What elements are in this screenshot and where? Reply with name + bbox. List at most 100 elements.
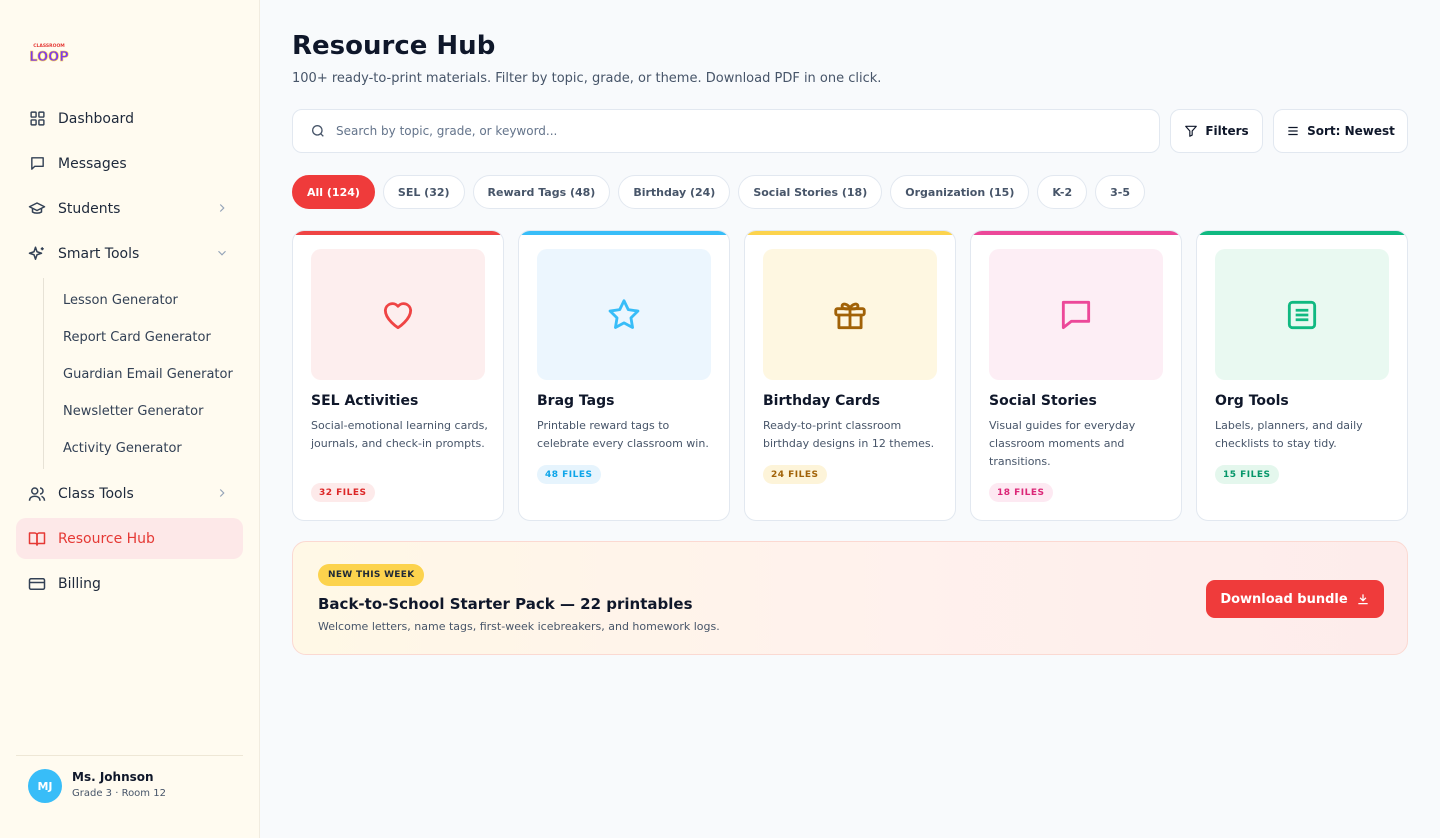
card-description: Ready-to-print classroom birthday design…	[763, 419, 935, 450]
resource-card-sel-activities[interactable]: SEL Activities Social-emotional learning…	[292, 230, 504, 521]
sort-button[interactable]: Sort: Newest	[1273, 109, 1408, 153]
sidebar-item-label: Dashboard	[58, 110, 134, 127]
card-accent-bar	[293, 231, 503, 235]
sidebar-item-students[interactable]: Students	[16, 188, 243, 229]
search-icon	[312, 125, 324, 137]
card-description: Visual guides for everyday classroom mom…	[989, 419, 1136, 468]
card-title: Birthday Cards	[763, 393, 881, 409]
smart-tools-submenu: Lesson Generator Report Card Generator G…	[43, 278, 243, 469]
card-accent-bar	[1197, 231, 1407, 235]
card-thumbnail	[311, 249, 485, 380]
chip-reward-tags[interactable]: Reward Tags (48)	[472, 175, 611, 209]
users-icon	[28, 485, 46, 503]
sparkles-icon	[28, 245, 46, 263]
sort-label: Sort: Newest	[1307, 124, 1395, 138]
sidebar-item-label: Resource Hub	[58, 530, 155, 547]
file-count-badge: 18 FILES	[989, 483, 1053, 502]
chip-organization[interactable]: Organization (15)	[890, 175, 1030, 209]
avatar[interactable]: MJ	[28, 769, 62, 803]
submenu-item-activity-generator[interactable]: Activity Generator	[44, 430, 243, 467]
promo-subtitle: Welcome letters, name tags, first-week i…	[318, 620, 720, 633]
search-bar	[292, 109, 1160, 153]
submenu-item-newsletter-generator[interactable]: Newsletter Generator	[44, 393, 243, 430]
credit-card-icon	[28, 575, 46, 593]
sidebar-item-messages[interactable]: Messages	[16, 143, 243, 184]
chip-3-5[interactable]: 3-5	[1095, 175, 1146, 209]
gift-icon	[834, 302, 866, 329]
submenu-item-guardian-email-generator[interactable]: Guardian Email Generator	[44, 356, 243, 393]
file-count-badge: 15 FILES	[1215, 465, 1279, 484]
filters-button[interactable]: Filters	[1170, 109, 1263, 153]
sidebar-item-label: Messages	[58, 155, 127, 172]
grid-icon	[28, 110, 46, 128]
chip-birthday[interactable]: Birthday (24)	[618, 175, 731, 209]
chevron-right-icon	[219, 204, 225, 212]
graduation-cap-icon	[28, 200, 46, 218]
sidebar-item-label: Class Tools	[58, 485, 134, 502]
filter-icon	[1185, 125, 1198, 137]
resource-card-birthday-cards[interactable]: Birthday Cards Ready-to-print classroom …	[744, 230, 956, 521]
filters-label: Filters	[1205, 124, 1249, 138]
sidebar-item-billing[interactable]: Billing	[16, 563, 243, 604]
card-thumbnail	[763, 249, 937, 380]
page-title: Resource Hub	[292, 31, 496, 61]
search-input[interactable]	[336, 124, 1136, 138]
svg-text:LOOP: LOOP	[29, 50, 68, 64]
file-count-badge: 48 FILES	[537, 465, 601, 484]
card-description: Social-emotional learning cards, journal…	[311, 419, 488, 450]
card-title: Org Tools	[1215, 393, 1289, 409]
profile-name: Ms. Johnson	[72, 770, 154, 784]
resource-cards: SEL Activities Social-emotional learning…	[292, 230, 1408, 521]
submenu-item-report-card-generator[interactable]: Report Card Generator	[44, 319, 243, 356]
heart-icon	[383, 301, 413, 329]
brand-logo[interactable]: CLASSROOM LOOP	[28, 40, 70, 64]
file-count-badge: 32 FILES	[311, 483, 375, 502]
promo-title: Back-to-School Starter Pack — 22 printab…	[318, 595, 693, 613]
resource-card-social-stories[interactable]: Social Stories Visual guides for everyda…	[970, 230, 1182, 521]
sidebar-item-dashboard[interactable]: Dashboard	[16, 98, 243, 139]
file-count-badge: 24 FILES	[763, 465, 827, 484]
sidebar: CLASSROOM LOOP Dashboard Messages Studen…	[0, 0, 260, 838]
filter-chips: All (124) SEL (32) Reward Tags (48) Birt…	[292, 175, 1146, 209]
page-subtitle: 100+ ready-to-print materials. Filter by…	[292, 71, 882, 86]
chat-icon	[28, 155, 46, 173]
chip-all[interactable]: All (124)	[292, 175, 375, 209]
chip-social-stories[interactable]: Social Stories (18)	[738, 175, 883, 209]
chevron-right-icon	[219, 489, 225, 497]
card-thumbnail	[989, 249, 1163, 380]
profile-detail: Grade 3 · Room 12	[72, 788, 166, 799]
resource-card-org-tools[interactable]: Org Tools Labels, planners, and daily ch…	[1196, 230, 1408, 521]
sidebar-item-label: Students	[58, 200, 121, 217]
card-description: Labels, planners, and daily checklists t…	[1215, 419, 1363, 450]
book-icon	[28, 530, 46, 548]
sidebar-nav: Dashboard Messages Students Smart Tools …	[16, 98, 243, 608]
sidebar-item-class-tools[interactable]: Class Tools	[16, 473, 243, 514]
download-bundle-label: Download bundle	[1220, 591, 1348, 607]
chip-sel[interactable]: SEL (32)	[382, 175, 465, 209]
chevron-down-icon	[218, 250, 226, 256]
card-accent-bar	[745, 231, 955, 235]
download-bundle-button[interactable]: Download bundle	[1206, 580, 1384, 618]
submenu-item-lesson-generator[interactable]: Lesson Generator	[44, 282, 243, 319]
menu-lines-icon	[1288, 126, 1298, 136]
profile-divider	[16, 755, 243, 756]
card-description: Printable reward tags to celebrate every…	[537, 419, 709, 450]
speech-bubble-icon	[1061, 300, 1091, 329]
sidebar-item-label: Billing	[58, 575, 101, 592]
star-icon	[608, 298, 640, 329]
download-icon	[1358, 594, 1368, 605]
card-title: Brag Tags	[537, 393, 615, 409]
card-accent-bar	[971, 231, 1181, 235]
card-accent-bar	[519, 231, 729, 235]
card-thumbnail	[1215, 249, 1389, 380]
promo-banner: NEW THIS WEEK Back-to-School Starter Pac…	[292, 541, 1408, 655]
card-thumbnail	[537, 249, 711, 380]
card-title: SEL Activities	[311, 393, 419, 409]
sidebar-item-resource-hub[interactable]: Resource Hub	[16, 518, 243, 559]
list-icon	[1287, 300, 1317, 329]
new-badge: NEW THIS WEEK	[318, 564, 425, 586]
resource-card-brag-tags[interactable]: Brag Tags Printable reward tags to celeb…	[518, 230, 730, 521]
card-title: Social Stories	[989, 393, 1097, 409]
sidebar-item-smart-tools[interactable]: Smart Tools	[16, 233, 243, 274]
chip-k-2[interactable]: K-2	[1037, 175, 1088, 209]
